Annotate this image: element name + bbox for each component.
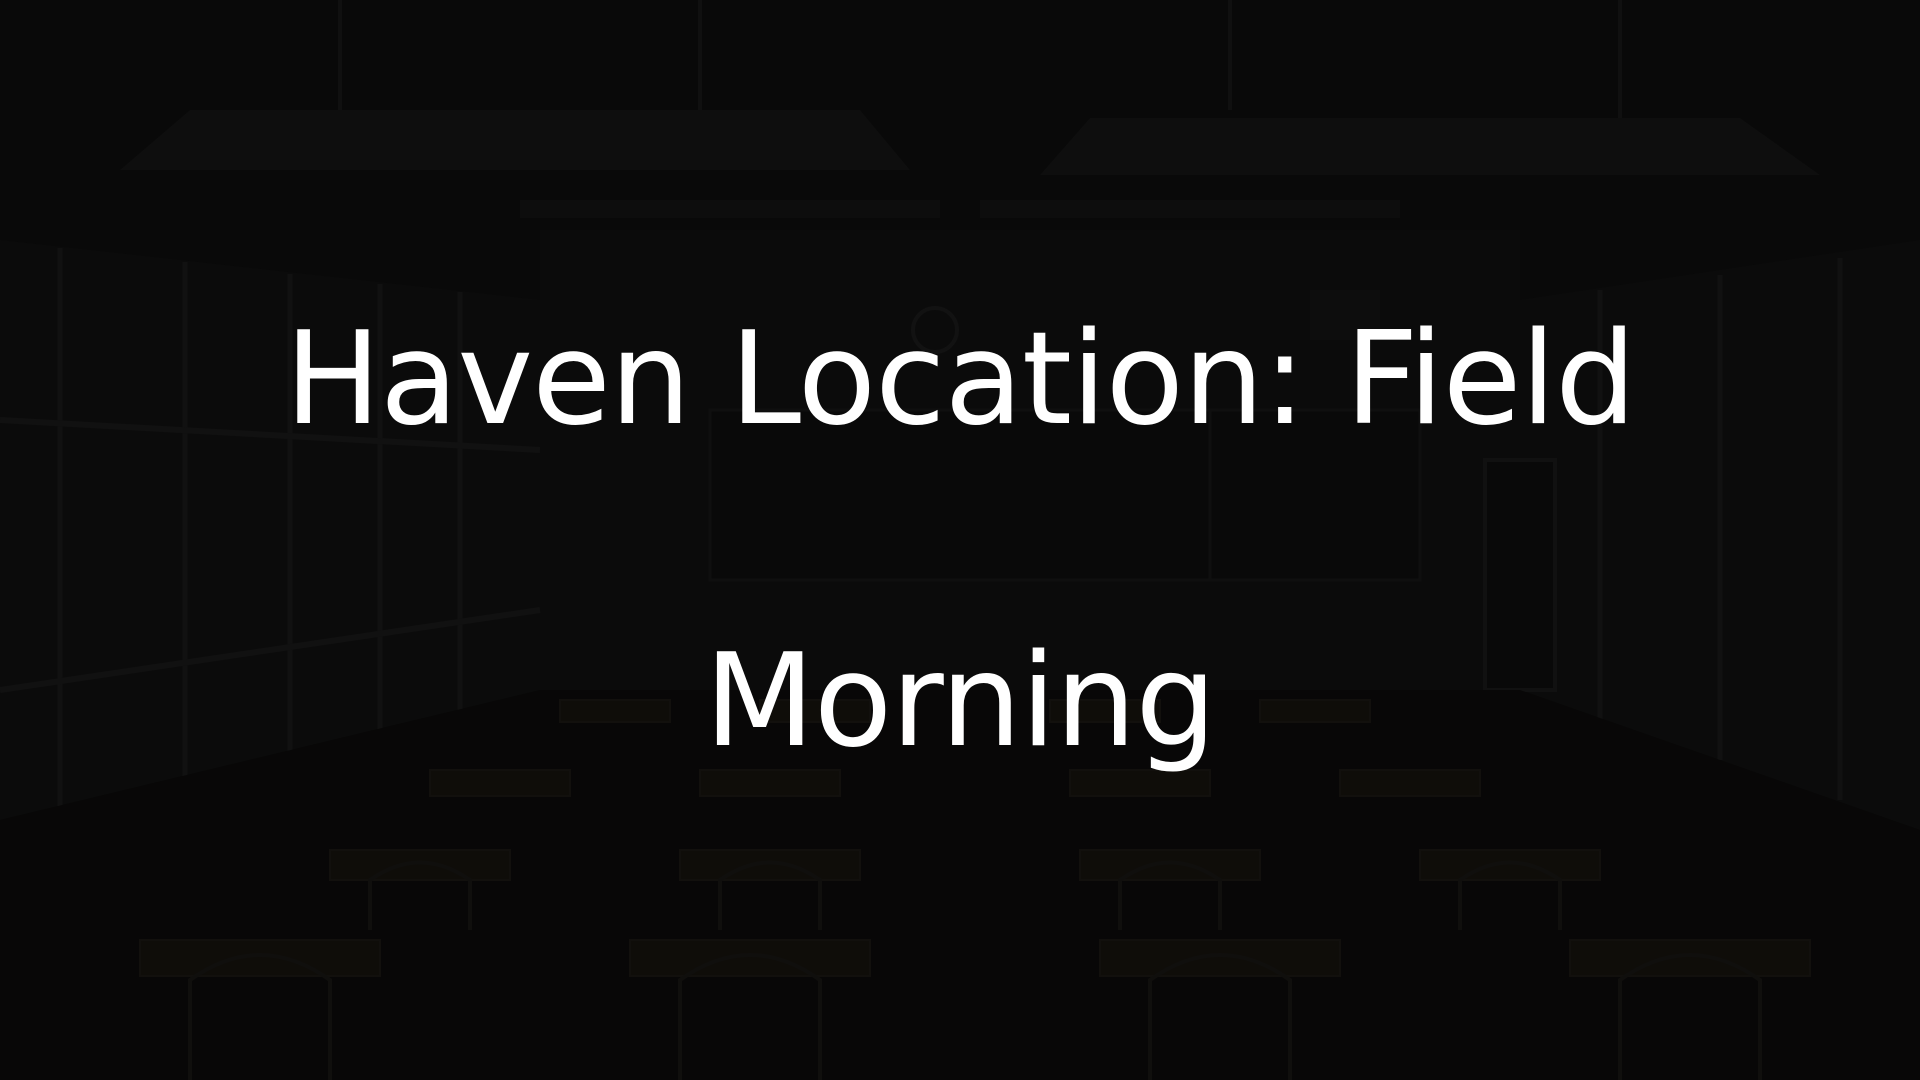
- time-of-day-title: Morning: [704, 627, 1216, 776]
- dim-overlay: [0, 0, 1920, 1080]
- location-title: Haven Location: Field: [284, 305, 1637, 454]
- game-scene[interactable]: Haven Location: Field Morning: [0, 0, 1920, 1080]
